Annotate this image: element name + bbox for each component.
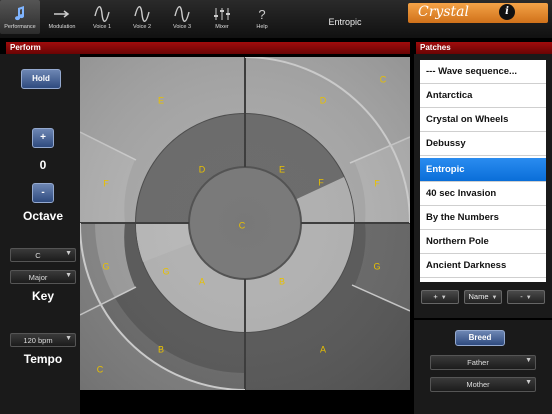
left-control-panel: Hold + 0 - Octave C ▼ Major ▼ Key 120 bp… (0, 54, 80, 414)
patch-list[interactable]: --- Wave sequence... Antarctica Crystal … (420, 60, 546, 282)
patch-item-selected[interactable]: Entropic (420, 158, 546, 182)
patch-item[interactable]: By the Numbers (420, 206, 546, 230)
logo-text: Crystal (418, 4, 469, 20)
remove-patch-button[interactable]: - ▼ (507, 290, 545, 304)
key-label: Key (31, 289, 54, 303)
key-scale-value: Major (28, 273, 48, 282)
pad-note-label: A (320, 344, 326, 354)
pad-note-label: F (103, 178, 109, 188)
music-note-icon (0, 6, 40, 22)
performance-pad[interactable]: E D C F F G G C B A D E F G A B C (80, 57, 410, 390)
pad-note-label: C (239, 220, 246, 230)
chevron-down-icon: ▼ (525, 357, 532, 364)
key-note-value: C (35, 251, 41, 260)
svg-text:?: ? (258, 7, 265, 22)
chevron-down-icon: ▼ (65, 335, 72, 342)
octave-down-button[interactable]: - (32, 183, 54, 203)
tab-voice-2[interactable]: Voice 2 (122, 0, 162, 34)
tab-voice-3-label: Voice 3 (172, 24, 192, 30)
father-label: Father (467, 358, 489, 367)
key-note-select[interactable]: C ▼ (10, 248, 76, 262)
hold-button[interactable]: Hold (21, 69, 61, 89)
tab-help-label: Help (256, 24, 268, 30)
pad-note-label: E (158, 95, 164, 105)
chevron-down-icon: ▼ (491, 295, 498, 301)
tab-modulation[interactable]: Modulation (42, 0, 82, 34)
pad-note-label: C (97, 364, 104, 374)
breed-button[interactable]: Breed (455, 330, 505, 346)
name-patch-label: Name (468, 292, 489, 301)
chevron-down-icon: ▼ (525, 295, 532, 301)
perform-header: Perform (6, 42, 410, 54)
pad-note-label: D (199, 164, 206, 174)
chevron-down-icon: ▼ (65, 250, 72, 257)
key-scale-select[interactable]: Major ▼ (10, 270, 76, 284)
sine-wave-icon (82, 6, 122, 22)
pad-note-label: A (199, 276, 205, 286)
octave-label: Octave (22, 209, 64, 223)
pad-note-label: E (279, 164, 285, 174)
toolbar: Performance Modulation Voice 1 Voice 2 V… (0, 0, 552, 38)
add-patch-button[interactable]: + ▼ (421, 290, 459, 304)
info-icon[interactable]: i (499, 4, 515, 20)
patch-item[interactable]: 40 sec Invasion (420, 182, 546, 206)
chevron-down-icon: ▼ (525, 379, 532, 386)
tab-voice-1-label: Voice 1 (92, 24, 112, 30)
octave-value: 0 (39, 158, 47, 172)
remove-patch-label: - (520, 292, 523, 301)
pad-note-label: C (380, 74, 387, 84)
tab-performance[interactable]: Performance (0, 0, 40, 34)
patches-header: Patches (416, 42, 552, 54)
tab-voice-2-label: Voice 2 (132, 24, 152, 30)
pad-note-label: G (162, 266, 169, 276)
pad-note-label: F (374, 178, 380, 188)
tab-performance-label: Performance (4, 24, 36, 30)
sine-wave-icon (122, 6, 162, 22)
tab-voice-3[interactable]: Voice 3 (162, 0, 202, 34)
father-select[interactable]: Father ▼ (430, 355, 536, 370)
pad-note-label: B (279, 276, 285, 286)
chevron-down-icon: ▼ (65, 272, 72, 279)
arrow-right-icon (42, 6, 82, 22)
pad-note-label: B (158, 344, 164, 354)
tab-voice-1[interactable]: Voice 1 (82, 0, 122, 34)
pad-note-label: G (102, 261, 109, 271)
sine-wave-icon (162, 6, 202, 22)
octave-up-button[interactable]: + (32, 128, 54, 148)
tempo-select[interactable]: 120 bpm ▼ (10, 333, 76, 347)
patch-item[interactable]: Northern Pole (420, 230, 546, 254)
patch-item[interactable]: --- Wave sequence... (420, 60, 546, 84)
name-patch-button[interactable]: Name ▼ (464, 290, 502, 304)
question-icon: ? (242, 6, 282, 22)
add-patch-label: + (433, 292, 438, 301)
patch-title: Entropic (328, 17, 362, 27)
mother-select[interactable]: Mother ▼ (430, 377, 536, 392)
pad-note-label: G (373, 261, 380, 271)
panel-divider (414, 318, 552, 320)
pad-note-label: F (318, 177, 324, 187)
app-logo: Crystal (408, 3, 548, 23)
tempo-value: 120 bpm (23, 336, 53, 345)
pad-note-label: D (320, 95, 327, 105)
tempo-label: Tempo (23, 352, 63, 366)
tab-help[interactable]: ? Help (242, 0, 282, 34)
tab-mixer-label: Mixer (215, 24, 229, 30)
tab-modulation-label: Modulation (48, 24, 76, 30)
patch-item[interactable]: Ancient Darkness (420, 254, 546, 278)
tab-mixer[interactable]: Mixer (202, 0, 242, 34)
patch-item[interactable]: Antarctica (420, 84, 546, 108)
mother-label: Mother (466, 380, 490, 389)
patch-item[interactable]: Debussy (420, 132, 546, 156)
sliders-icon (202, 6, 242, 22)
patch-item[interactable]: Crystal on Wheels (420, 108, 546, 132)
chevron-down-icon: ▼ (440, 295, 447, 301)
